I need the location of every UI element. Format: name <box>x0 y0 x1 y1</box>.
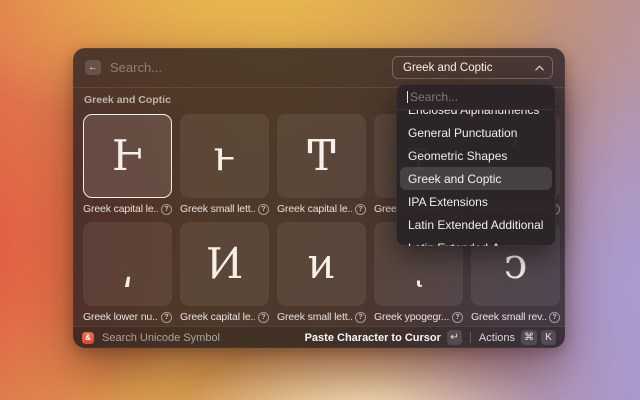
dropdown-item-greek-and-coptic[interactable]: Greek and Coptic <box>400 167 552 190</box>
extension-icon: & <box>82 332 94 344</box>
symbol-tile-selected[interactable]: Ͱ <box>83 114 172 198</box>
category-dropdown-panel: Search... Enclosed Alphanumerics General… <box>396 84 556 246</box>
category-select[interactable]: Greek and Coptic <box>392 56 553 79</box>
tile-label-text: Greek lower nu... <box>83 311 158 323</box>
dropdown-item-latin-extended-additional[interactable]: Latin Extended Additional <box>400 213 552 236</box>
symbol-glyph: ͵ <box>122 243 134 285</box>
help-icon[interactable] <box>452 312 463 323</box>
symbol-cell: ͵ Greek lower nu... <box>83 222 172 324</box>
tile-label: Greek lower nu... <box>83 310 172 324</box>
tile-label: Greek small rev... <box>471 310 560 324</box>
enter-key-icon[interactable]: ↵ <box>447 330 462 345</box>
tile-label: Greek small lett... <box>180 202 269 216</box>
symbol-cell: ͱ Greek small lett... <box>180 114 269 216</box>
symbol-cell: ͷ Greek small lett... <box>277 222 366 324</box>
desktop-background: ← Search... Greek and Coptic Greek and C… <box>0 0 640 400</box>
symbol-glyph: Ͱ <box>112 135 143 177</box>
dropdown-search-placeholder: Search... <box>410 90 458 104</box>
category-select-value: Greek and Coptic <box>403 62 535 74</box>
chevron-up-icon <box>535 65 544 71</box>
symbol-tile[interactable]: ͷ <box>277 222 366 306</box>
help-icon[interactable] <box>355 204 366 215</box>
symbol-tile[interactable]: ͱ <box>180 114 269 198</box>
symbol-cell: Ͳ Greek capital le... <box>277 114 366 216</box>
help-icon[interactable] <box>161 312 172 323</box>
tile-label-text: Greek capital le... <box>83 203 158 215</box>
tile-label: Greek ypogegr... <box>374 310 463 324</box>
help-icon[interactable] <box>258 204 269 215</box>
extension-name: Search Unicode Symbol <box>102 332 305 344</box>
statusbar-divider <box>470 332 471 343</box>
dropdown-item-list: Enclosed Alphanumerics General Punctuati… <box>396 110 556 246</box>
dropdown-item-ipa-extensions[interactable]: IPA Extensions <box>400 190 552 213</box>
dropdown-item-latin-extended-a[interactable]: Latin Extended-A <box>400 236 552 246</box>
actions-button[interactable]: Actions <box>479 332 515 344</box>
tile-label: Greek capital le... <box>83 202 172 216</box>
text-cursor <box>407 91 408 103</box>
main-search-input[interactable]: Search... <box>110 60 392 75</box>
back-arrow-icon: ← <box>88 62 98 73</box>
symbol-glyph: ͱ <box>213 135 235 177</box>
k-key-icon[interactable]: K <box>541 330 556 345</box>
tile-label: Greek capital le... <box>277 202 366 216</box>
paste-character-action[interactable]: Paste Character to Cursor <box>305 332 441 344</box>
help-icon[interactable] <box>161 204 172 215</box>
tile-label-text: Greek capital le... <box>277 203 352 215</box>
tile-label-text: Greek small lett... <box>277 311 352 323</box>
dropdown-search-input[interactable]: Search... <box>396 84 556 110</box>
symbol-glyph: Ͷ <box>206 243 243 285</box>
tile-label-text: Greek small lett... <box>180 203 255 215</box>
top-search-bar: ← Search... Greek and Coptic <box>73 48 565 88</box>
symbol-tile[interactable]: Ͷ <box>180 222 269 306</box>
tile-label: Greek capital le... <box>180 310 269 324</box>
symbol-glyph: ͻ <box>504 243 528 285</box>
cmd-key-icon[interactable]: ⌘ <box>521 330 537 345</box>
dropdown-item-general-punctuation[interactable]: General Punctuation <box>400 121 552 144</box>
help-icon[interactable] <box>355 312 366 323</box>
status-bar: & Search Unicode Symbol Paste Character … <box>73 326 565 348</box>
symbol-glyph: ͺ <box>408 243 429 285</box>
symbol-cell: Ͱ Greek capital le... <box>83 114 172 216</box>
tile-label-text: Greek ypogegr... <box>374 311 449 323</box>
symbol-glyph: Ͳ <box>307 135 335 177</box>
symbol-tile[interactable]: ͵ <box>83 222 172 306</box>
extension-window: ← Search... Greek and Coptic Greek and C… <box>73 48 565 348</box>
dropdown-item-enclosed-alphanumerics[interactable]: Enclosed Alphanumerics <box>400 110 552 121</box>
ampersand-glyph: & <box>85 333 91 342</box>
tile-label-text: Greek small rev... <box>471 311 546 323</box>
dropdown-item-geometric-shapes[interactable]: Geometric Shapes <box>400 144 552 167</box>
symbol-glyph: ͷ <box>308 243 336 285</box>
tile-label-text: Greek capital le... <box>180 311 255 323</box>
help-icon[interactable] <box>549 312 560 323</box>
symbol-cell: Ͷ Greek capital le... <box>180 222 269 324</box>
symbol-tile[interactable]: Ͳ <box>277 114 366 198</box>
help-icon[interactable] <box>258 312 269 323</box>
tile-label: Greek small lett... <box>277 310 366 324</box>
back-button[interactable]: ← <box>85 60 101 75</box>
